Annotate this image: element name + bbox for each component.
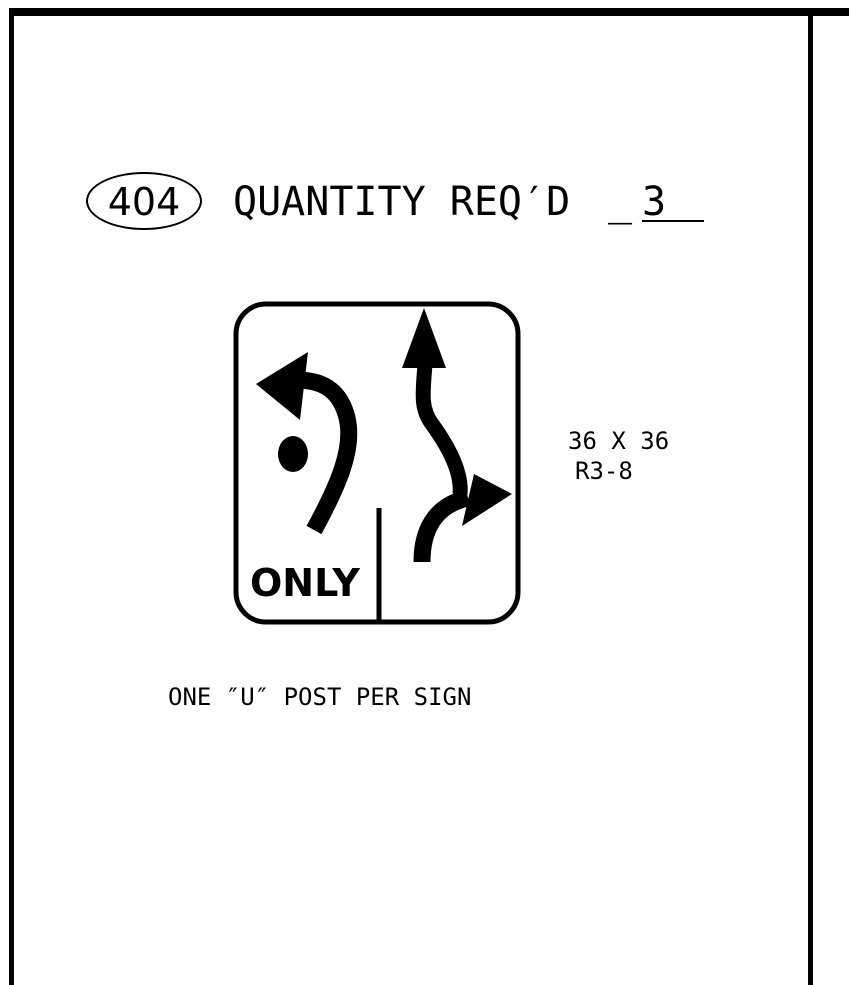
sign-number: 404 <box>107 180 181 224</box>
u-turn-arrow-icon <box>256 352 358 535</box>
sign-legend-only: ONLY <box>250 561 360 605</box>
sign-code: R3-8 <box>575 457 633 485</box>
quantity-label: QUANTITY REQ′D <box>233 179 571 225</box>
through-right-arrow-icon <box>402 308 512 563</box>
post-note: ONE ″U″ POST PER SIGN <box>168 683 472 711</box>
sheet-border-left <box>9 8 14 985</box>
sheet-border-top <box>9 8 849 16</box>
sign-number-oval: 404 <box>86 172 202 230</box>
sign-size: 36 X 36 <box>568 427 670 455</box>
quantity-blank: _ <box>608 179 633 225</box>
quantity-value: 3 <box>642 178 704 225</box>
drawing-sheet: 404 QUANTITY REQ′D _ 3 ONLY 36 X 36 R3-8… <box>0 0 849 985</box>
sign-panel: ONLY <box>233 301 521 625</box>
sheet-border-right <box>808 8 813 985</box>
sign-header: 404 QUANTITY REQ′D _ 3 <box>86 172 726 236</box>
